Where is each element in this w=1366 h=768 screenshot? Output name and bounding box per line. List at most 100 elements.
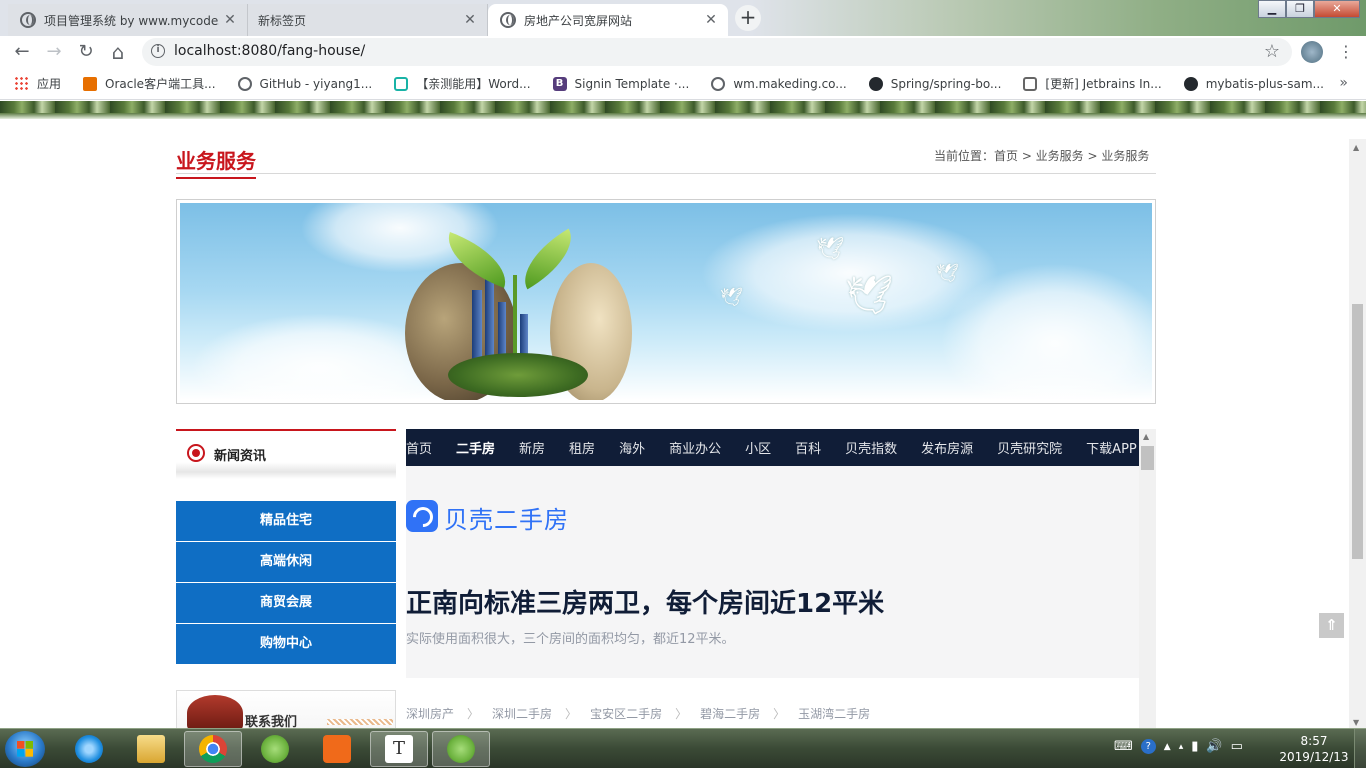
listing-headline: 正南向标准三房两卫，每个房间近12平米 <box>406 589 885 619</box>
building <box>472 290 482 360</box>
url-text[interactable]: localhost:8080/fang-house/ <box>174 43 365 59</box>
reload-button[interactable]: ↻ <box>74 40 98 64</box>
crumb-link[interactable]: 宝安区二手房 <box>590 705 662 722</box>
tray-dropdown-icon[interactable]: ▲ <box>1164 742 1171 752</box>
beike-logo-icon[interactable] <box>406 500 438 532</box>
system-clock[interactable]: 8:57 2019/12/13 <box>1278 733 1350 765</box>
scroll-up-icon[interactable]: ▲ <box>1353 143 1359 152</box>
close-icon[interactable]: ✕ <box>219 12 241 28</box>
listing-subline: 实际使用面积很大，三个房间的面积均匀，都近12平米。 <box>406 632 735 647</box>
show-desktop-button[interactable] <box>1354 729 1366 768</box>
tab-title: 项目管理系统 by www.mycodes.net <box>44 13 219 28</box>
github-icon <box>1183 76 1198 91</box>
scroll-down-icon[interactable]: ▼ <box>1353 718 1359 727</box>
minimize-button[interactable]: ▁ <box>1258 0 1286 18</box>
volume-icon[interactable]: 🔊 <box>1206 739 1222 754</box>
crumb-link[interactable]: 玉湖湾二手房 <box>798 705 870 722</box>
taskbar-chrome[interactable] <box>184 731 242 767</box>
network-icon[interactable]: ▭ <box>1231 739 1243 754</box>
beike-nav-research[interactable]: 贝壳研究院 <box>997 438 1062 457</box>
beike-nav-post-listing[interactable]: 发布房源 <box>921 438 973 457</box>
window-controls: ▁ ❐ ✕ <box>1258 0 1360 18</box>
bookmark-mybatis-plus[interactable]: mybatis-plus-sam... <box>1183 76 1324 91</box>
browser-tab-strip: 项目管理系统 by www.mycodes.net ✕ 新标签页 ✕ 房地产公司… <box>0 0 1366 36</box>
tab-title: 房地产公司宽屏网站 <box>524 13 633 28</box>
banner-image: 🕊 🕊 🕊 🕊 <box>176 199 1156 404</box>
tab-new-tab[interactable]: 新标签页 ✕ <box>248 4 488 36</box>
beike-nav-commercial[interactable]: 商业办公 <box>669 438 721 457</box>
page-scrollbar[interactable]: ▲ ▼ <box>1349 139 1366 728</box>
windows-taskbar: T ⌨ ? ▲ ▴ ▮ 🔊 ▭ 8:57 2019/12/13 <box>0 728 1366 768</box>
profile-avatar[interactable] <box>1301 41 1323 63</box>
taskbar-typora[interactable]: T <box>370 731 428 767</box>
sidebar-item-premium-residence[interactable]: 精品住宅 <box>176 501 396 541</box>
frame-scrollbar[interactable]: ▲ <box>1139 429 1156 728</box>
contact-title: 联系我们 <box>245 715 298 728</box>
taskbar-orange-app[interactable] <box>308 731 366 767</box>
battery-icon[interactable]: ▮ <box>1191 739 1198 754</box>
crumb-link[interactable]: 深圳房产 <box>406 705 454 722</box>
page-scroll-thumb[interactable] <box>1352 304 1363 559</box>
home-button[interactable]: ⌂ <box>106 40 130 64</box>
globe-icon <box>711 76 726 91</box>
beike-nav-community[interactable]: 小区 <box>745 438 771 457</box>
close-icon[interactable]: ✕ <box>700 12 722 28</box>
tab-title: 新标签页 <box>258 13 307 28</box>
scroll-up-icon[interactable]: ▲ <box>1143 432 1149 441</box>
sidebar-item-shopping-center[interactable]: 购物中心 <box>176 624 396 664</box>
address-bar[interactable]: i localhost:8080/fang-house/ ☆ <box>142 38 1292 66</box>
taskbar-ie[interactable] <box>60 731 118 767</box>
bookmark-signin-template[interactable]: B Signin Template ·... <box>552 76 689 91</box>
bookmark-spring-boot[interactable]: Spring/spring-bo... <box>868 76 1001 91</box>
beike-nav-index[interactable]: 贝壳指数 <box>845 438 897 457</box>
maximize-button[interactable]: ❐ <box>1286 0 1314 18</box>
tab-real-estate-site[interactable]: 房地产公司宽屏网站 ✕ <box>488 4 728 36</box>
chevron-right-icon: 〉 <box>675 707 688 721</box>
phone-icon <box>187 695 243 728</box>
taskbar-spring-tool[interactable] <box>246 731 304 767</box>
beike-nav-second-hand[interactable]: 二手房 <box>456 438 495 457</box>
frame-scroll-thumb[interactable] <box>1141 446 1154 470</box>
bookmark-word[interactable]: 【亲测能用】Word... <box>394 75 531 92</box>
beike-brand-name[interactable]: 贝壳二手房 <box>444 500 569 535</box>
help-icon[interactable]: ? <box>1140 739 1156 754</box>
bookmark-apps[interactable]: 应用 <box>14 75 61 92</box>
window-close-button[interactable]: ✕ <box>1314 0 1360 18</box>
start-button[interactable] <box>5 731 45 767</box>
sidebar-item-high-end-leisure[interactable]: 高端休闲 <box>176 542 396 582</box>
beike-nav-rent[interactable]: 租房 <box>569 438 595 457</box>
clock-date: 2019/12/13 <box>1279 750 1349 764</box>
beike-nav-overseas[interactable]: 海外 <box>619 438 645 457</box>
bookmark-jetbrains[interactable]: [更新] Jetbrains In... <box>1023 75 1162 92</box>
bookmark-makeding[interactable]: wm.makeding.co... <box>711 76 847 91</box>
beike-nav-home[interactable]: 首页 <box>406 438 432 457</box>
beike-nav-download-app[interactable]: 下载APP <box>1086 438 1137 457</box>
embedded-beike-frame[interactable]: 首页 二手房 新房 租房 海外 商业办公 小区 百科 贝壳指数 发布房源 贝壳研… <box>406 429 1156 728</box>
beike-nav-new-homes[interactable]: 新房 <box>519 438 545 457</box>
new-tab-button[interactable]: + <box>735 5 761 31</box>
taskbar-explorer[interactable] <box>122 731 180 767</box>
sidebar-item-trade-exhibition[interactable]: 商贸会展 <box>176 583 396 623</box>
back-button[interactable]: ← <box>10 40 34 64</box>
contact-panel: 联系我们 <box>176 690 396 728</box>
back-to-top-button[interactable]: ⇑ <box>1319 613 1344 638</box>
close-icon[interactable]: ✕ <box>459 12 481 28</box>
bookmarks-overflow-button[interactable]: » <box>1339 75 1348 91</box>
keyboard-icon[interactable]: ⌨ <box>1114 739 1133 754</box>
beike-nav-wiki[interactable]: 百科 <box>795 438 821 457</box>
taskbar-spring-tool-2[interactable] <box>432 731 490 767</box>
forward-button[interactable]: → <box>42 40 66 64</box>
site-info-icon[interactable]: i <box>151 44 165 58</box>
beike-nav: 首页 二手房 新房 租房 海外 商业办公 小区 百科 贝壳指数 发布房源 贝壳研… <box>406 429 1139 466</box>
crumb-link[interactable]: 碧海二手房 <box>700 705 760 722</box>
browser-menu-icon[interactable]: ⋮ <box>1338 41 1354 63</box>
tab-project-management[interactable]: 项目管理系统 by www.mycodes.net ✕ <box>8 4 248 36</box>
bookmark-github-yiyang[interactable]: GitHub - yiyang1... <box>237 76 372 91</box>
github-icon <box>868 76 883 91</box>
play-icon <box>394 76 409 91</box>
beike-breadcrumb: 深圳房产 〉 深圳二手房 〉 宝安区二手房 〉 碧海二手房 〉 玉湖湾二手房 <box>406 705 870 722</box>
tray-expand-icon[interactable]: ▴ <box>1179 742 1184 752</box>
bookmark-oracle[interactable]: Oracle客户端工具... <box>83 75 216 92</box>
bookmark-star-icon[interactable]: ☆ <box>1264 41 1280 62</box>
crumb-link[interactable]: 深圳二手房 <box>492 705 552 722</box>
